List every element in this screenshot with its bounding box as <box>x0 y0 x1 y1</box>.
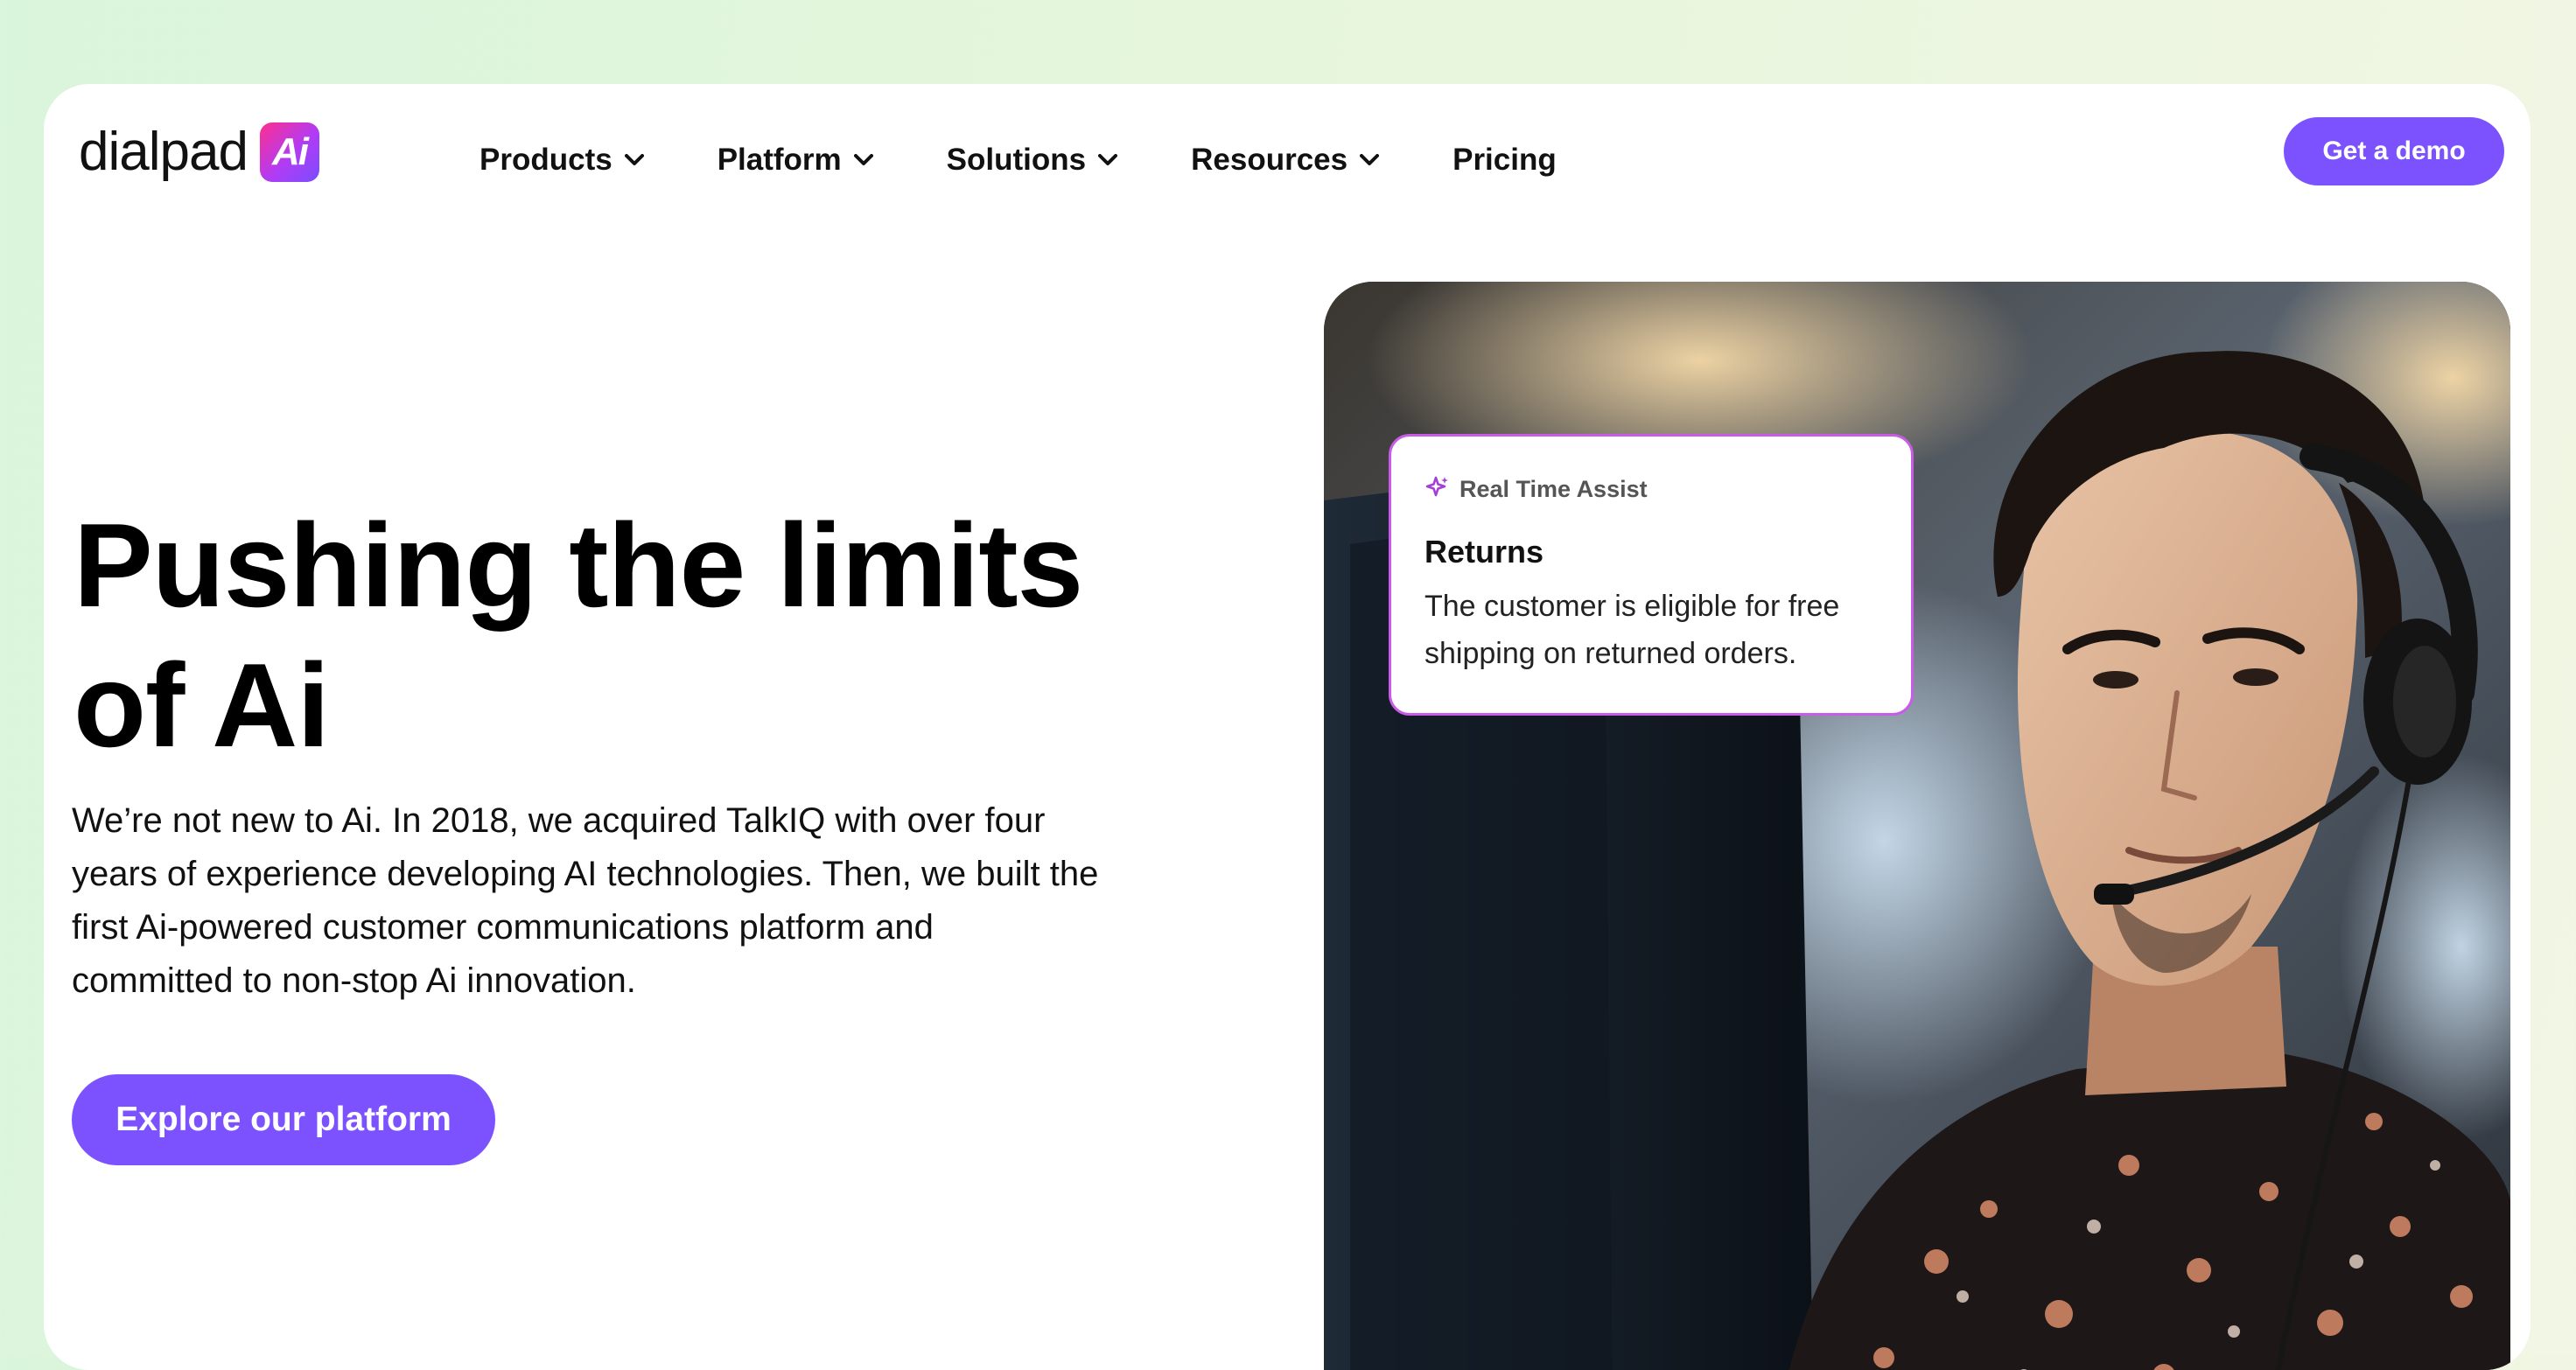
assist-card-title: Returns <box>1424 534 1544 570</box>
logo-wordmark: dialpad <box>79 122 248 182</box>
nav-item-solutions[interactable]: Solutions <box>946 143 1118 178</box>
chevron-down-icon <box>853 154 873 166</box>
ai-badge-icon: Ai <box>259 122 319 182</box>
chevron-down-icon <box>1098 154 1118 166</box>
dialpad-logo[interactable]: dialpad Ai <box>79 121 319 183</box>
assist-card-tag: Real Time Assist <box>1460 476 1648 502</box>
hero-title-line-2: of Ai <box>74 639 330 772</box>
assist-card-header: Real Time Assist <box>1424 475 1878 504</box>
nav-item-pricing[interactable]: Pricing <box>1452 143 1557 178</box>
chevron-down-icon <box>1360 154 1380 166</box>
nav-item-platform[interactable]: Platform <box>718 143 873 178</box>
nav-item-label: Solutions <box>946 143 1087 177</box>
nav-item-label: Resources <box>1191 143 1348 177</box>
assist-card-text: The customer is eligible for free shippi… <box>1424 590 1840 670</box>
nav-item-products[interactable]: Products <box>480 143 644 178</box>
main-nav: Products Platform Solutions Resources Pr… <box>480 128 1557 192</box>
hero-title: Pushing the limits of Ai <box>74 495 1228 775</box>
hero-title-line-1: Pushing the limits <box>74 499 1083 632</box>
hero-description: We’re not new to Ai. In 2018, we acquire… <box>72 801 1099 1000</box>
sparkle-icon <box>1424 475 1449 504</box>
get-a-demo-button[interactable]: Get a demo <box>2284 117 2504 185</box>
nav-item-label: Pricing <box>1452 143 1557 177</box>
nav-item-label: Platform <box>717 143 842 177</box>
chevron-down-icon <box>624 154 644 166</box>
nav-item-resources[interactable]: Resources <box>1191 143 1380 178</box>
real-time-assist-card: Real Time Assist Returns The customer is… <box>1389 434 1914 716</box>
page-card: dialpad Ai Products Platform Solutions R… <box>44 84 2530 1370</box>
explore-platform-button[interactable]: Explore our platform <box>72 1074 495 1165</box>
nav-item-label: Products <box>480 143 612 177</box>
